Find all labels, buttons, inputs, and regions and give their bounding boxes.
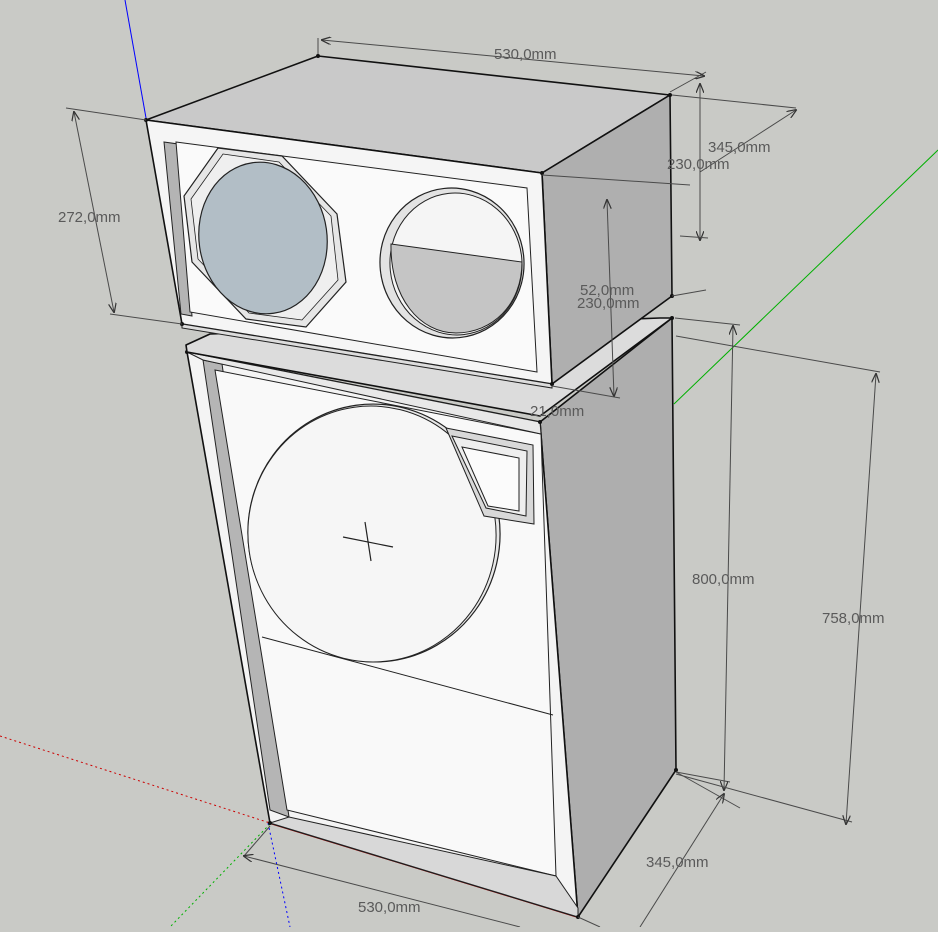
red-axis-dotted — [0, 735, 271, 824]
vertex-point — [540, 171, 544, 175]
lower-cabinet[interactable] — [185, 316, 678, 919]
green-axis-line — [673, 149, 938, 405]
dim-label-bottom-width: 530,0mm — [358, 899, 421, 916]
dim-label-top-height: 272,0mm — [58, 209, 121, 226]
dim-label-bottom-depth: 345,0mm — [646, 854, 709, 871]
green-axis-dotted — [169, 823, 271, 928]
vertex-point — [674, 768, 678, 772]
vertex-point — [268, 821, 272, 825]
vertex-point — [538, 420, 542, 424]
dim-label-bottom-height-outer: 800,0mm — [692, 571, 755, 588]
vertex-point — [550, 382, 554, 386]
vertex-point — [316, 54, 320, 58]
blue-axis-dotted — [267, 822, 291, 928]
sketchup-viewport[interactable]: 530,0mm 345,0mm 230,0mm 272,0mm 52,0mm 2… — [0, 0, 938, 928]
vertex-point — [668, 93, 672, 97]
model-canvas: 530,0mm 345,0mm 230,0mm 272,0mm 52,0mm 2… — [0, 0, 938, 928]
dim-label-bottom-height-inner: 758,0mm — [822, 610, 885, 627]
dim-label-top-depth: 345,0mm — [708, 139, 771, 156]
dim-label-top-inner-depth: 230,0mm — [667, 156, 730, 173]
dim-label-panel-thickness: 21,0mm — [530, 403, 584, 420]
dim-label-top-width: 530,0mm — [494, 46, 557, 63]
dim-label-mid-depth: 230,0mm — [577, 295, 640, 312]
